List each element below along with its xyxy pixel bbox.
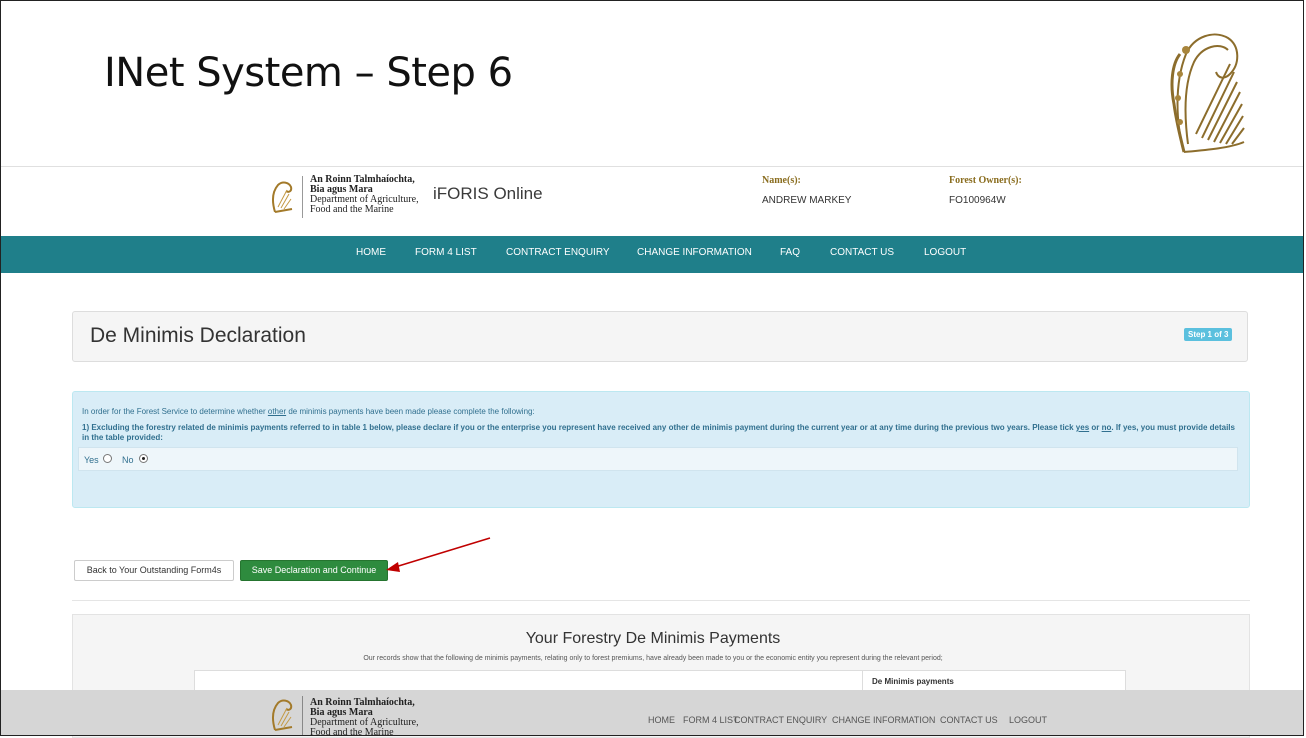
de-minimis-column-header: De Minimis payments (872, 677, 954, 686)
footer-department-name: An Roinn Talmhaíochta, Bia agus Mara Dep… (310, 697, 419, 738)
nav-form4-list[interactable]: FORM 4 LIST (415, 247, 477, 258)
footer-logo-divider (302, 696, 303, 736)
yes-label: Yes (84, 455, 99, 465)
yes-radio[interactable] (103, 454, 112, 463)
nav-faq[interactable]: FAQ (780, 247, 800, 258)
annotation-arrow-icon (386, 537, 491, 572)
footer-link-change-information[interactable]: CHANGE INFORMATION (832, 715, 935, 725)
intro-other-emphasis: other (267, 407, 287, 416)
back-to-outstanding-button[interactable]: Back to Your Outstanding Form4s (74, 560, 234, 581)
footer-link-home[interactable]: HOME (648, 715, 675, 725)
names-label: Name(s): (762, 175, 801, 186)
harp-logo-icon (272, 181, 293, 213)
no-radio[interactable] (139, 454, 148, 463)
payments-title: Your Forestry De Minimis Payments (525, 630, 781, 647)
nav-change-information[interactable]: CHANGE INFORMATION (637, 247, 752, 258)
nav-contract-enquiry[interactable]: CONTRACT ENQUIRY (506, 247, 610, 258)
page-title: De Minimis Declaration (90, 324, 306, 347)
payments-description: Our records show that the following de m… (363, 655, 943, 662)
nav-contact-us[interactable]: CONTACT US (830, 247, 894, 258)
names-value: ANDREW MARKEY (762, 195, 852, 206)
nav-logout[interactable]: LOGOUT (924, 247, 966, 258)
footer-link-contract-enquiry[interactable]: CONTRACT ENQUIRY (734, 715, 827, 725)
forest-owner-value: FO100964W (949, 195, 1006, 206)
declaration-question: 1) Excluding the forestry related de min… (82, 423, 1235, 442)
declaration-intro: In order for the Forest Service to deter… (82, 407, 535, 416)
nav-home[interactable]: HOME (356, 247, 386, 258)
site-header (1, 166, 1304, 237)
forest-owner-label: Forest Owner(s): (949, 175, 1022, 186)
logo-divider (302, 176, 303, 218)
no-label: No (122, 455, 134, 465)
app-title[interactable]: iFORIS Online (433, 184, 543, 204)
footer-harp-logo-icon (272, 699, 293, 731)
department-name: An Roinn Talmhaíochta, Bia agus Mara Dep… (310, 174, 419, 215)
save-declaration-button[interactable]: Save Declaration and Continue (240, 560, 388, 581)
slide-title: INet System – Step 6 (104, 50, 513, 96)
table-column-divider (862, 670, 863, 690)
step-badge: Step 1 of 3 (1184, 328, 1233, 341)
footer-link-form4-list[interactable]: FORM 4 LIST (683, 715, 739, 725)
footer-link-contact-us[interactable]: CONTACT US (940, 715, 998, 725)
harp-emblem-icon (1170, 33, 1245, 153)
answer-well (78, 447, 1238, 471)
footer-link-logout[interactable]: LOGOUT (1009, 715, 1047, 725)
site-footer (1, 690, 1304, 736)
section-divider (72, 600, 1250, 601)
